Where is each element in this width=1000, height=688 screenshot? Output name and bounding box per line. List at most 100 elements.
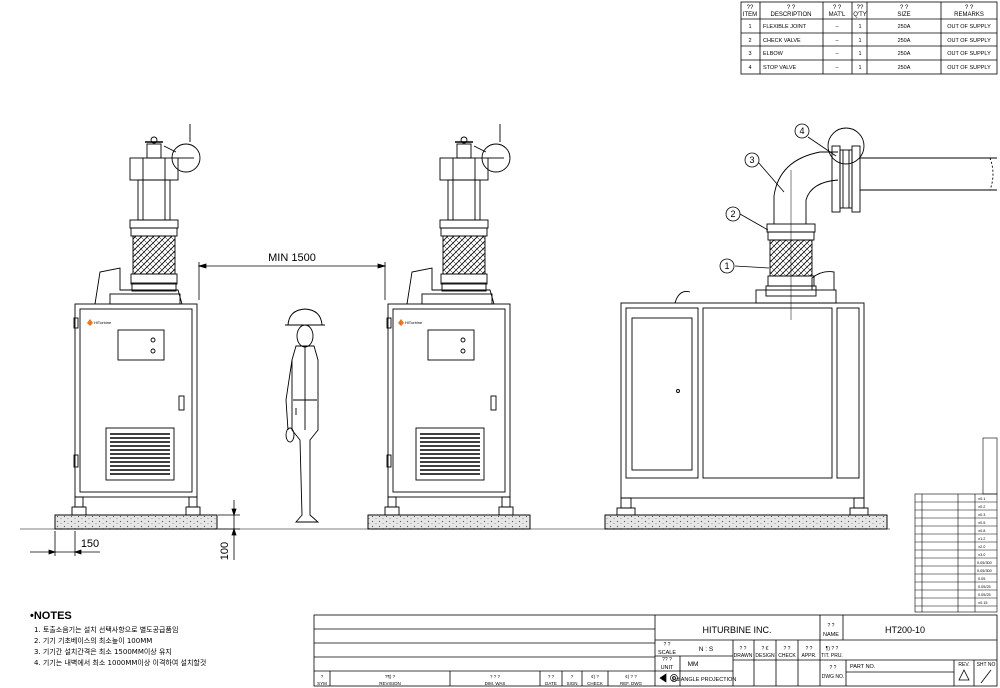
- scale-label: SCALE: [658, 650, 676, 656]
- sym-mark: ?: [321, 674, 324, 679]
- col-item-header: ITEM: [743, 12, 757, 18]
- dwg-no-label: DWG NO.: [822, 674, 845, 680]
- tolerance-cell: ±0.5: [978, 521, 985, 525]
- projection-label: 3rd ANGLE PROJECTION: [672, 677, 737, 683]
- table-cell: FLEXIBLE JOINT: [763, 24, 807, 30]
- table-cell: OUT OF SUPPLY: [947, 51, 991, 57]
- unit-label-mark: ?? ?: [662, 657, 672, 663]
- table-cell: 4: [748, 65, 751, 71]
- sym-label: SYM: [317, 681, 327, 686]
- table-cell: 1: [858, 24, 861, 30]
- drawing-number: HT200-10: [885, 625, 925, 635]
- table-cell: 1: [858, 38, 861, 44]
- rev-triangle-icon: [958, 669, 970, 681]
- tolerance-cell: ±0.15: [978, 601, 987, 605]
- sht-no-label: SHT NO: [977, 662, 996, 668]
- appr-label: APPR.: [801, 653, 816, 659]
- tolerance-cell: ±0.3: [978, 513, 985, 517]
- sheet-slash-icon: [980, 669, 992, 684]
- col-desc-header: DESCRIPTION: [770, 12, 811, 18]
- table-cell: –: [835, 24, 839, 30]
- balloon-1: 1: [724, 261, 729, 271]
- tolerance-cell: ±0.2: [978, 505, 985, 509]
- brand-badge-text: HiTurbine: [405, 320, 423, 325]
- foundation-pads: [20, 514, 890, 530]
- note-item-3: 3. 기기간 설치간격은 최소 1500MM이상 유지: [34, 647, 172, 656]
- col-qty-header: Q'TY: [853, 12, 866, 18]
- revision-mark: ?¶) ?: [385, 674, 396, 679]
- tolerance-cell: 0.05/300: [977, 569, 992, 573]
- col-mat-mark: ? ?: [833, 5, 842, 11]
- table-cell: 1: [858, 65, 861, 71]
- tolerance-cell: ±3.0: [978, 553, 985, 557]
- brand-badge-text: HiTurbine: [94, 320, 112, 325]
- ref-dwg-mark: ¢) ? ?: [625, 674, 637, 679]
- appr-mark: ? ?: [806, 646, 813, 652]
- turbo-blower-unit-side: [616, 127, 997, 516]
- brand-badge-middle: HiTurbine: [398, 319, 423, 326]
- check-label: CHECK: [778, 653, 796, 659]
- design-mark: ? €: [762, 646, 769, 652]
- name-label-mark: ? ?: [828, 623, 835, 629]
- check-mark: ? ?: [784, 646, 791, 652]
- table-cell: 250A: [898, 51, 911, 57]
- balloon-2: 2: [730, 209, 735, 219]
- rev-check-mark: ¢) ?: [591, 674, 599, 679]
- drawing-canvas: ?? ITEM ? ? DESCRIPTION ? ? MAT'L ?? Q'T…: [20, 1, 998, 687]
- turbo-blower-unit-left: [71, 124, 201, 516]
- balloon-3: 3: [749, 155, 754, 165]
- tolerance-cell: ±2.0: [978, 545, 985, 549]
- table-cell: –: [835, 38, 839, 44]
- table-cell: CHECK VALVE: [763, 38, 801, 44]
- drawn-label: DRAWN: [734, 653, 753, 659]
- company-name: HITURBINE INC.: [702, 625, 771, 635]
- parts-table-rows: 1 FLEXIBLE JOINT – 1 250A OUT OF SUPPLY …: [748, 24, 991, 71]
- table-cell: ELBOW: [763, 51, 784, 57]
- human-figure: [285, 308, 325, 523]
- tolerance-cell: ±0.8: [978, 529, 985, 533]
- col-size-mark: ? ?: [900, 5, 909, 11]
- table-cell: 1: [858, 51, 861, 57]
- dimension-min-spacing-label: MIN 1500: [268, 252, 316, 264]
- table-cell: OUT OF SUPPLY: [947, 38, 991, 44]
- name-label: NAME: [823, 632, 839, 638]
- table-cell: –: [835, 65, 839, 71]
- sign-mark: ?: [571, 674, 574, 679]
- drawn-mark: ? ?: [740, 646, 747, 652]
- dim-was-mark: ? ? ?: [490, 674, 501, 679]
- col-remarks-header: REMARKS: [954, 12, 984, 18]
- tolerance-cell: ±0.1: [978, 497, 985, 501]
- brand-badge-left: HiTurbine: [87, 319, 112, 326]
- col-qty-mark: ??: [857, 5, 864, 11]
- table-cell: 250A: [898, 24, 911, 30]
- table-cell: 2: [748, 38, 751, 44]
- rev-label: REV.: [958, 662, 969, 668]
- ref-dwg-label: REF. DWG: [620, 681, 642, 686]
- design-label: DESIGN: [755, 653, 775, 659]
- dwg-no-mark: ? ?: [830, 665, 837, 671]
- col-item-mark: ??: [747, 5, 754, 11]
- tolerance-cell: 0.05/25: [978, 593, 991, 597]
- sign-label: SIGN: [566, 681, 577, 686]
- table-cell: 3: [748, 51, 751, 57]
- note-item-1: 1. 토출소음기는 설치 선택사항으로 별도공급품임: [34, 625, 178, 634]
- dimension-base: [30, 500, 240, 560]
- revision-label: REVISION: [379, 681, 401, 686]
- dimension-min-spacing: [197, 262, 387, 300]
- unit-label: UNIT: [661, 665, 674, 671]
- tolerance-cell: 0.05/300: [977, 561, 992, 565]
- rev-check-label: CHECK: [587, 681, 603, 686]
- scale-label-mark: ? ?: [664, 642, 671, 648]
- table-cell: 250A: [898, 65, 911, 71]
- tolerance-cell: 0.05: [978, 577, 985, 581]
- table-cell: STOP VALVE: [763, 65, 797, 71]
- col-desc-mark: ? ?: [787, 5, 796, 11]
- table-cell: 1: [748, 24, 751, 30]
- dimension-base-offset: 150: [81, 538, 99, 550]
- date-label: DATE: [545, 681, 557, 686]
- dimension-base-height: 100: [219, 542, 231, 560]
- tolerance-cell: 0.05/25: [978, 585, 991, 589]
- table-cell: –: [835, 51, 839, 57]
- scale-value: N : S: [699, 646, 714, 653]
- tit-pru-mark: ¶) ? ?: [826, 646, 839, 652]
